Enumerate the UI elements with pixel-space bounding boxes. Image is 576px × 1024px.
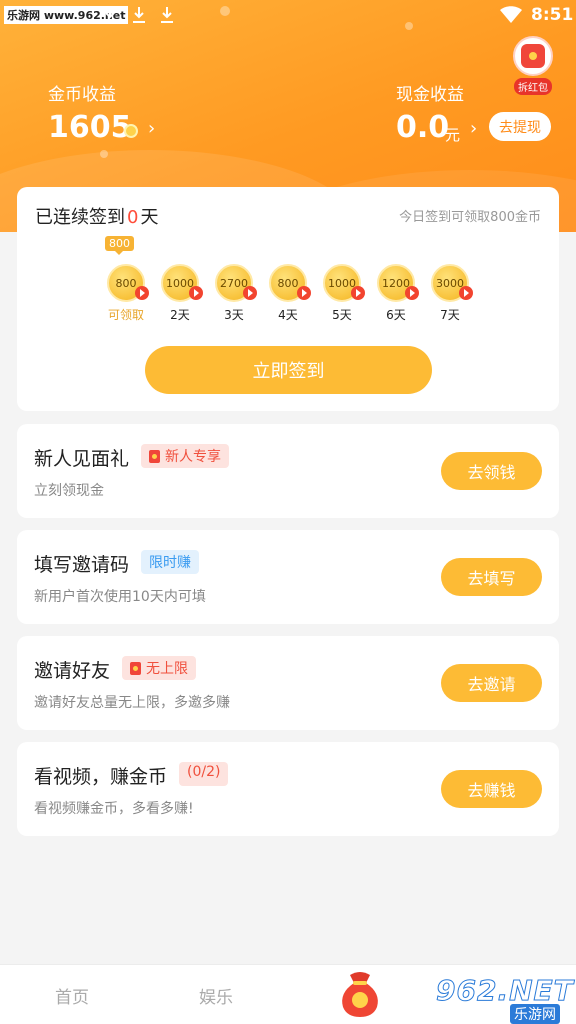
day-label: 可领取 — [107, 308, 144, 322]
day-label: 7天 — [440, 308, 460, 322]
clock: 8:51 — [531, 5, 574, 25]
task-card-newcomer: 新人见面礼 新人专享 立刻领现金 去领钱 — [17, 424, 559, 518]
task-title: 邀请好友 — [34, 660, 111, 682]
task-title: 看视频，赚金币 — [34, 766, 168, 788]
gold-coin-icon: 1000 — [161, 264, 203, 302]
day-label: 6天 — [386, 308, 406, 322]
task-card-invite-friends: 邀请好友 无上限 邀请好友总量无上限，多邀多赚 去邀请 — [17, 636, 559, 730]
signin-day[interactable]: 800 可领取 — [106, 264, 149, 323]
task-title: 新人见面礼 — [34, 448, 130, 470]
red-envelope-icon — [149, 450, 160, 463]
gold-coin-icon: 800 — [107, 264, 149, 302]
task-title: 填写邀请码 — [34, 554, 130, 576]
task-description: 看视频赚金币，多看多赚! — [34, 801, 194, 817]
play-icon — [243, 286, 257, 300]
get-money-button[interactable]: 去领钱 — [441, 452, 542, 490]
signin-button[interactable]: 立即签到 — [145, 346, 432, 394]
watermark-subtext: 乐游网 — [510, 1004, 560, 1024]
watermark-logo: 962.NET 乐游网 — [436, 974, 576, 1024]
signin-title-suffix: 天 — [140, 207, 159, 228]
signin-hint: 今日签到可领取800金币 — [399, 210, 541, 225]
money-bag-icon[interactable] — [335, 967, 385, 1019]
play-icon — [351, 286, 365, 300]
invite-button[interactable]: 去邀请 — [441, 664, 542, 702]
download-icon — [133, 7, 145, 23]
play-icon — [189, 286, 203, 300]
signin-day[interactable]: 2700 3天 — [214, 264, 257, 323]
open-red-packet-button[interactable]: 拆红包 — [510, 36, 556, 95]
coin-icon — [124, 124, 138, 138]
cash-unit: 元 — [445, 126, 461, 144]
task-description: 新用户首次使用10天内可填 — [34, 589, 206, 605]
nav-home[interactable]: 首页 — [55, 983, 89, 1008]
coin-earnings-label: 金币收益 — [48, 85, 116, 105]
signin-day[interactable]: 1000 2天 — [160, 264, 203, 323]
download-icon — [104, 7, 116, 23]
gold-coin-icon: 2700 — [215, 264, 257, 302]
task-tag-text: 限时赚 — [149, 555, 191, 571]
gold-coin-icon: 1200 — [377, 264, 419, 302]
red-packet-icon — [513, 36, 553, 76]
day-amount: 800 — [115, 276, 137, 290]
wifi-icon — [500, 6, 522, 23]
task-tag-text: (0/2) — [187, 764, 221, 780]
signin-title-prefix: 已连续签到 — [35, 207, 125, 228]
signin-title: 已连续签到 0 天 — [35, 203, 158, 229]
badge-value: 800 — [109, 237, 130, 250]
cash-earnings-value[interactable]: 0.0 — [396, 110, 449, 145]
coin-earnings-value[interactable]: 1605 — [48, 110, 132, 145]
earn-money-button[interactable]: 去赚钱 — [441, 770, 542, 808]
streak-count: 0 — [127, 207, 139, 228]
task-tag: 限时赚 — [141, 550, 199, 574]
day-amount: 800 — [277, 276, 299, 290]
task-tag: 新人专享 — [141, 444, 229, 468]
play-icon — [135, 286, 149, 300]
chevron-right-icon[interactable]: › — [148, 118, 155, 139]
signin-day[interactable]: 1000 5天 — [322, 264, 365, 323]
play-icon — [459, 286, 473, 300]
red-packet-label: 拆红包 — [514, 78, 552, 95]
download-icon — [161, 7, 173, 23]
task-description: 立刻领现金 — [34, 483, 104, 499]
chevron-right-icon[interactable]: › — [470, 118, 477, 139]
gold-coin-icon: 3000 — [431, 264, 473, 302]
play-icon — [297, 286, 311, 300]
withdraw-button[interactable]: 去提现 — [489, 112, 551, 141]
gold-coin-icon: 800 — [269, 264, 311, 302]
cash-earnings-label: 现金收益 — [396, 85, 464, 105]
signin-day[interactable]: 800 4天 — [268, 264, 311, 323]
task-card-watch-video: 看视频，赚金币 (0/2) 看视频赚金币，多看多赚! 去赚钱 — [17, 742, 559, 836]
task-tag-text: 新人专享 — [165, 449, 221, 465]
day-label: 3天 — [224, 308, 244, 322]
watermark-text: 962.NET — [436, 974, 574, 1008]
signin-day[interactable]: 1200 6天 — [376, 264, 419, 323]
status-bar: 乐游网 www.962.net 8:51 — [0, 0, 576, 30]
day-label: 5天 — [332, 308, 352, 322]
signin-day[interactable]: 3000 7天 — [430, 264, 473, 323]
fill-code-button[interactable]: 去填写 — [441, 558, 542, 596]
nav-entertainment[interactable]: 娱乐 — [199, 983, 233, 1008]
task-tag: 无上限 — [122, 656, 196, 680]
task-card-invite-code: 填写邀请码 限时赚 新用户首次使用10天内可填 去填写 — [17, 530, 559, 624]
today-reward-badge: 800 — [105, 236, 134, 255]
red-envelope-icon — [130, 662, 141, 675]
task-progress-tag: (0/2) — [179, 762, 229, 786]
task-description: 邀请好友总量无上限，多邀多赚 — [34, 695, 230, 711]
decor-dot — [100, 150, 108, 158]
day-label: 2天 — [170, 308, 190, 322]
day-label: 4天 — [278, 308, 298, 322]
play-icon — [405, 286, 419, 300]
gold-coin-icon: 1000 — [323, 264, 365, 302]
task-tag-text: 无上限 — [146, 661, 188, 677]
